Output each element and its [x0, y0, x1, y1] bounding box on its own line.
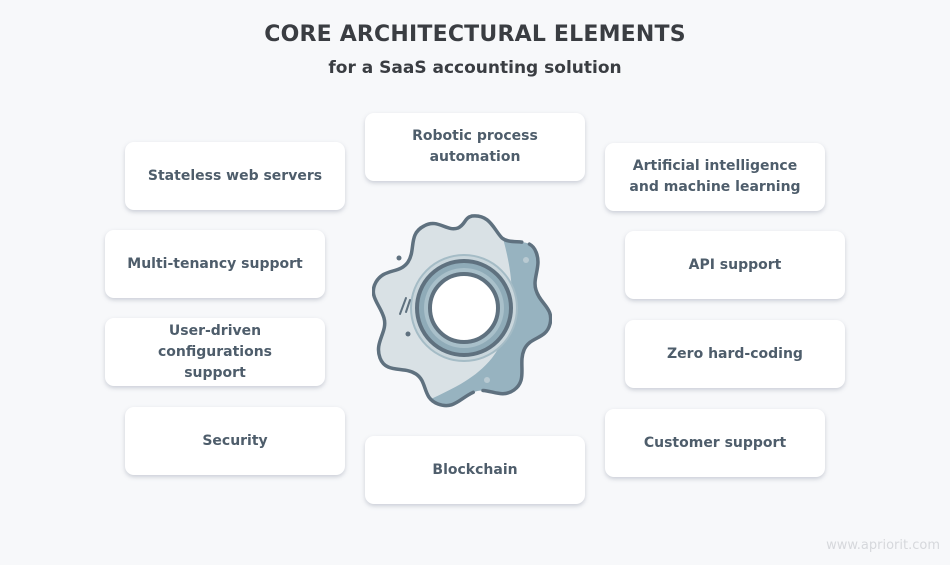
- page-subtitle: for a SaaS accounting solution: [328, 58, 622, 78]
- element-label: User-driven configurations support: [157, 322, 272, 381]
- element-label: Customer support: [643, 434, 787, 451]
- element-label: Blockchain: [432, 461, 518, 478]
- element-label: Zero hard-coding: [667, 345, 803, 362]
- element-card-user-driven-config: User-driven configurations support: [105, 318, 325, 386]
- element-card-ai-ml: Artificial intelligence and machine lear…: [605, 143, 825, 211]
- watermark: www.apriorit.com: [826, 538, 940, 553]
- page-title: CORE ARCHITECTURAL ELEMENTS: [264, 22, 686, 47]
- element-label: Robotic process automation: [412, 128, 538, 165]
- element-card-stateless-web-servers: Stateless web servers: [125, 142, 345, 210]
- element-card-customer-support: Customer support: [605, 409, 825, 477]
- element-label: Multi-tenancy support: [127, 255, 303, 272]
- element-card-blockchain: Blockchain: [365, 436, 585, 504]
- element-card-security: Security: [125, 407, 345, 475]
- element-label: API support: [688, 256, 782, 273]
- element-card-multi-tenancy: Multi-tenancy support: [105, 230, 325, 298]
- element-label: Security: [202, 432, 268, 449]
- element-label: Stateless web servers: [147, 167, 323, 184]
- element-card-robotic-process-automation: Robotic process automation: [365, 113, 585, 181]
- element-card-api-support: API support: [625, 231, 845, 299]
- gear-icon: [372, 214, 552, 408]
- element-card-zero-hard-coding: Zero hard-coding: [625, 320, 845, 388]
- element-label: Artificial intelligence and machine lear…: [629, 158, 801, 195]
